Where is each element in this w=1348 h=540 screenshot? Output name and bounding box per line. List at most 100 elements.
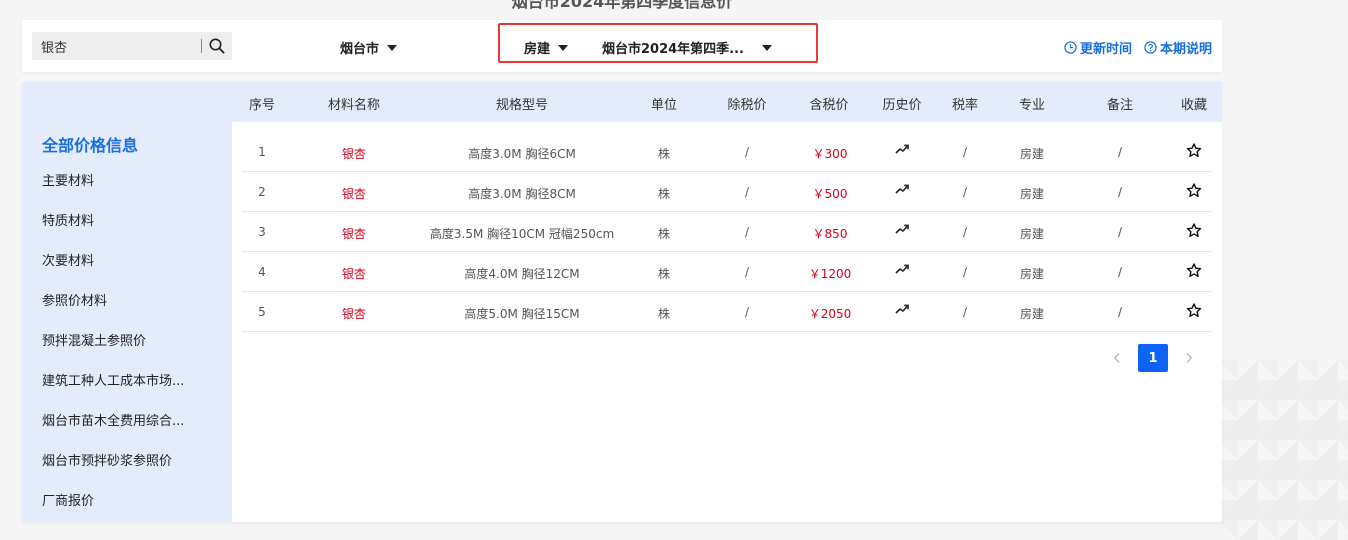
cell-major: 房建: [1019, 227, 1045, 241]
caret-down-icon: [558, 44, 569, 51]
history-trend-button[interactable]: [895, 263, 909, 278]
period-dropdown[interactable]: 烟台市2024年第四季...: [602, 38, 772, 57]
sidebar-item-concrete[interactable]: 预拌混凝土参照价: [42, 322, 222, 362]
cell-remark: /: [1117, 185, 1123, 199]
cell-rate: /: [962, 305, 968, 319]
category-dropdown-label: 房建: [524, 42, 551, 57]
sidebar-item-special-materials[interactable]: 特质材料: [42, 202, 222, 242]
clock-icon: [1064, 41, 1077, 54]
cell-spec: 高度3.5M 胸径10CM 冠幅250cm: [429, 227, 615, 241]
sidebar-item-minor-materials[interactable]: 次要材料: [42, 242, 222, 282]
favorite-button[interactable]: [1186, 302, 1203, 322]
col-header-spec: 规格型号: [495, 98, 549, 113]
cell-rate: /: [962, 185, 968, 199]
cell-no: 3: [258, 225, 266, 239]
col-header-remark: 备注: [1106, 98, 1134, 113]
table-row: 1 银杏 高度3.0M 胸径6CM 株 / ￥300 / 房建 /: [242, 132, 1212, 172]
trend-up-icon: [895, 224, 909, 234]
favorite-button[interactable]: [1186, 262, 1203, 282]
search-button[interactable]: [202, 32, 232, 60]
city-dropdown[interactable]: 烟台市: [340, 38, 398, 57]
star-outline-icon: [1186, 223, 1202, 238]
cell-unit: 株: [657, 227, 671, 241]
cell-pretax: /: [744, 225, 750, 239]
sidebar-item-reference-materials[interactable]: 参照价材料: [42, 282, 222, 322]
table-row: 4 银杏 高度4.0M 胸径12CM 株 / ￥1200 / 房建 /: [242, 252, 1212, 292]
table-body: 1 银杏 高度3.0M 胸径6CM 株 / ￥300 / 房建 / 2 银杏 高…: [242, 132, 1212, 332]
col-header-fav: 收藏: [1180, 98, 1208, 113]
background-decoration: [1218, 360, 1348, 540]
search-icon: [209, 38, 225, 54]
main-panel: 全部价格信息 主要材料 特质材料 次要材料 参照价材料 预拌混凝土参照价 建筑工…: [22, 82, 1222, 522]
cell-pretax: /: [744, 145, 750, 159]
cell-name[interactable]: 银杏: [342, 185, 366, 202]
star-outline-icon: [1186, 143, 1202, 158]
chevron-right-icon: [1186, 353, 1193, 363]
cell-taxed: ￥1200: [808, 267, 852, 281]
cell-taxed: ￥2050: [808, 307, 852, 321]
trend-up-icon: [895, 144, 909, 154]
col-header-history: 历史价: [882, 98, 922, 113]
sidebar-item-main-materials[interactable]: 主要材料: [42, 162, 222, 202]
pagination: 1: [1102, 344, 1204, 372]
cell-name[interactable]: 银杏: [342, 225, 366, 242]
search-input[interactable]: [32, 32, 201, 60]
cell-name[interactable]: 银杏: [342, 265, 366, 282]
cell-taxed: ￥500: [812, 187, 848, 201]
cell-pretax: /: [744, 305, 750, 319]
cell-name[interactable]: 银杏: [342, 305, 366, 322]
cell-no: 2: [258, 185, 266, 199]
history-trend-button[interactable]: [895, 303, 909, 318]
help-circle-icon: [1144, 41, 1157, 54]
sidebar-item-mortar[interactable]: 烟台市预拌砂浆参照价: [42, 442, 222, 482]
history-trend-button[interactable]: [895, 223, 909, 238]
cell-name[interactable]: 银杏: [342, 145, 366, 162]
period-dropdown-label: 烟台市2024年第四季...: [602, 42, 744, 57]
table-header: 序号 材料名称 规格型号 单位 除税价 含税价 历史价 税率 专业 备注 收藏: [232, 82, 1222, 122]
favorite-button[interactable]: [1186, 182, 1203, 202]
history-trend-button[interactable]: [895, 143, 909, 158]
cell-major: 房建: [1019, 187, 1045, 201]
cell-spec: 高度3.0M 胸径8CM: [468, 187, 576, 201]
sidebar-title[interactable]: 全部价格信息: [42, 132, 138, 156]
cell-taxed: ￥300: [812, 147, 848, 161]
cell-remark: /: [1117, 305, 1123, 319]
search-box: [32, 32, 232, 60]
cell-spec: 高度3.0M 胸径6CM: [468, 147, 576, 161]
favorite-button[interactable]: [1186, 222, 1203, 242]
cell-rate: /: [962, 145, 968, 159]
header-links: 更新时间 本期说明: [1064, 38, 1212, 57]
next-page-button[interactable]: [1174, 344, 1204, 372]
period-note-label: 本期说明: [1159, 42, 1212, 57]
cell-major: 房建: [1019, 267, 1045, 281]
update-time-link[interactable]: 更新时间: [1064, 38, 1132, 57]
period-note-link[interactable]: 本期说明: [1144, 38, 1212, 57]
cell-taxed: ￥850: [812, 227, 848, 241]
category-dropdown[interactable]: 房建: [524, 38, 569, 57]
history-trend-button[interactable]: [895, 183, 909, 198]
cell-major: 房建: [1019, 147, 1045, 161]
cell-pretax: /: [744, 265, 750, 279]
page-number-current[interactable]: 1: [1138, 344, 1168, 372]
star-outline-icon: [1186, 303, 1202, 318]
sidebar-item-vendor-quotes[interactable]: 厂商报价: [42, 482, 222, 522]
cell-rate: /: [962, 225, 968, 239]
prev-page-button[interactable]: [1102, 344, 1132, 372]
cell-unit: 株: [657, 307, 671, 321]
col-header-rate: 税率: [951, 98, 979, 113]
cell-unit: 株: [657, 187, 671, 201]
table-row: 2 银杏 高度3.0M 胸径8CM 株 / ￥500 / 房建 /: [242, 172, 1212, 212]
sidebar-item-nursery[interactable]: 烟台市苗木全费用综合...: [42, 402, 222, 442]
caret-down-icon: [387, 44, 398, 51]
sidebar-item-labor-cost[interactable]: 建筑工种人工成本市场...: [42, 362, 222, 402]
cell-pretax: /: [744, 185, 750, 199]
col-header-taxed: 含税价: [809, 98, 849, 113]
cell-unit: 株: [657, 267, 671, 281]
sidebar-list: 主要材料 特质材料 次要材料 参照价材料 预拌混凝土参照价 建筑工种人工成本市场…: [42, 162, 222, 522]
cell-spec: 高度4.0M 胸径12CM: [464, 267, 580, 281]
col-header-name: 材料名称: [327, 98, 381, 113]
city-dropdown-label: 烟台市: [340, 42, 380, 57]
col-header-major: 专业: [1018, 98, 1046, 113]
star-outline-icon: [1186, 183, 1202, 198]
favorite-button[interactable]: [1186, 142, 1203, 162]
